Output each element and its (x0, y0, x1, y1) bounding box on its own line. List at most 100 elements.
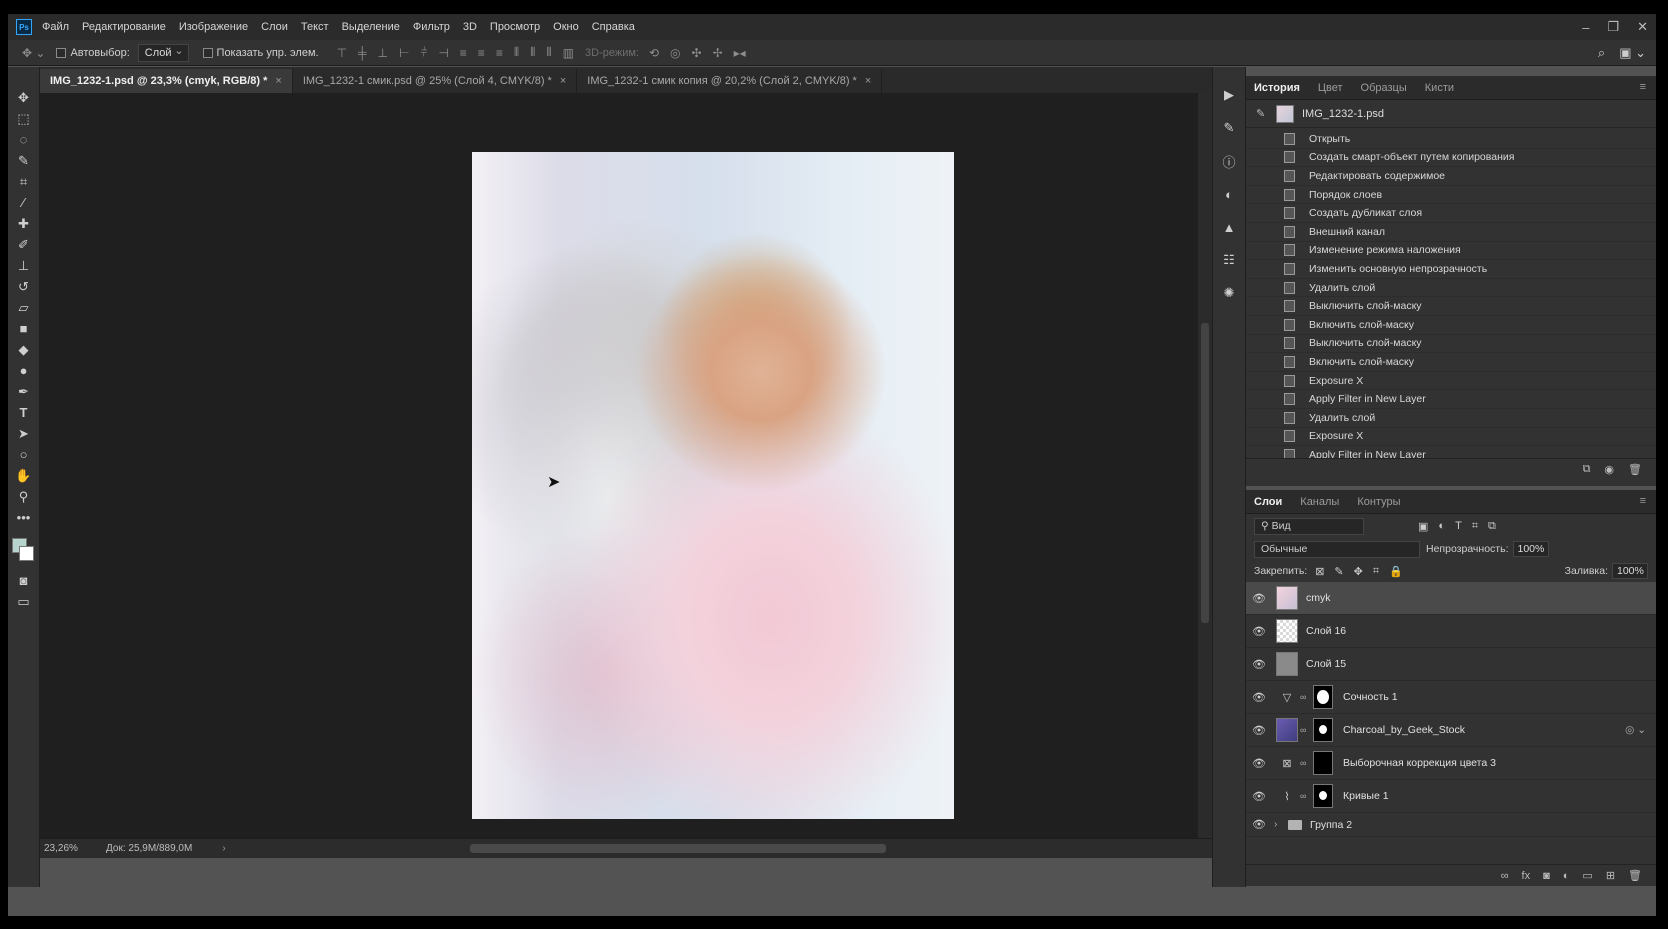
layer-row[interactable]: 👁 ⌇ ∞ Кривые 1 (1246, 780, 1656, 813)
close-tab-icon[interactable]: × (865, 75, 871, 87)
layer-row[interactable]: 👁 ▽ ∞ Сочность 1 (1246, 681, 1656, 714)
lock-all-icon[interactable]: 🔒 (1389, 565, 1403, 578)
menu-view[interactable]: Просмотр (490, 21, 540, 33)
eye-icon[interactable]: 👁 (1246, 818, 1272, 831)
menu-help[interactable]: Справка (592, 21, 635, 33)
panel-menu-icon[interactable]: ≡ (1640, 81, 1646, 93)
camera-snapshot-icon[interactable]: ◉ (1604, 463, 1614, 476)
lock-artboard-icon[interactable]: ⌗ (1373, 565, 1379, 578)
lasso-tool-icon[interactable]: ◌ (13, 129, 35, 150)
show-transform-checkbox[interactable] (202, 47, 213, 58)
history-item[interactable]: Удалить слой (1246, 279, 1656, 298)
autoselect-dropdown[interactable]: Слой (137, 43, 189, 62)
layer-row[interactable]: 👁 Слой 15 (1246, 648, 1656, 681)
link-icon[interactable]: ∞ (1300, 692, 1310, 702)
menu-file[interactable]: Файл (42, 21, 69, 33)
gradient-tool-icon[interactable]: ■ (13, 318, 35, 339)
menu-filter[interactable]: Фильтр (413, 21, 450, 33)
lock-pixels-icon[interactable]: ✎ (1334, 565, 1343, 578)
color-swatches[interactable] (11, 538, 36, 564)
menu-3d[interactable]: 3D (463, 21, 477, 33)
document-tab-1[interactable]: IMG_1232-1.psd @ 23,3% (cmyk, RGB/8) * × (40, 69, 293, 93)
link-icon[interactable]: ∞ (1300, 791, 1310, 801)
trash-icon[interactable]: 🗑 (1628, 463, 1642, 476)
canvas-area[interactable]: ➤ (40, 93, 1198, 838)
align-vcenter-icon[interactable]: ╪ (358, 46, 367, 60)
minimize-icon[interactable]: – (1582, 20, 1589, 35)
distribute-top-icon[interactable]: ≡ (460, 46, 467, 60)
dodge-tool-icon[interactable]: ● (13, 360, 35, 381)
auto-align-icon[interactable]: ▥ (563, 46, 574, 60)
tab-channels[interactable]: Каналы (1300, 496, 1339, 508)
history-item[interactable]: Изменить основную непрозрачность (1246, 260, 1656, 279)
layer-row[interactable]: 👁 ∞ Charcoal_by_Geek_Stock ◎ ⌄ (1246, 714, 1656, 747)
curves-adjustment-icon[interactable]: ⌇ (1276, 790, 1298, 803)
tab-layers[interactable]: Слои (1254, 496, 1282, 508)
new-adjustment-icon[interactable]: ◐ (1563, 870, 1570, 882)
history-item[interactable]: Изменение режима наложения (1246, 242, 1656, 261)
workspace-icon[interactable]: ▣ ⌄ (1619, 45, 1646, 61)
chevron-right-icon[interactable]: › (1274, 819, 1288, 830)
zoom-tool-icon[interactable]: ⚲ (13, 486, 35, 507)
search-icon[interactable]: ⌕ (1598, 45, 1605, 61)
distribute-left-icon[interactable]: ⦀ (514, 45, 519, 60)
close-tab-icon[interactable]: × (275, 75, 281, 87)
filter-pixel-icon[interactable]: ▣ (1418, 520, 1428, 533)
menu-layers[interactable]: Слои (261, 21, 288, 33)
path-selection-tool-icon[interactable]: ➤ (13, 423, 35, 444)
restore-icon[interactable]: ❐ (1607, 19, 1619, 35)
layer-row[interactable]: 👁 Слой 16 (1246, 615, 1656, 648)
distribute-hcenter-icon[interactable]: ⦀ (530, 45, 535, 60)
menu-edit[interactable]: Редактирование (82, 21, 166, 33)
link-layers-icon[interactable]: ∞ (1501, 870, 1509, 882)
align-right-icon[interactable]: ⊣ (438, 46, 448, 60)
hand-tool-icon[interactable]: ✋ (13, 465, 35, 486)
layer-group-row[interactable]: 👁 › Группа 2 (1246, 813, 1656, 837)
lock-position-icon[interactable]: ✥ (1354, 565, 1363, 578)
brush-settings-icon[interactable]: ✎ (1217, 116, 1241, 140)
history-item[interactable]: Создать смарт-объект путем копирования (1246, 149, 1656, 168)
new-layer-icon[interactable]: ⊞ (1606, 869, 1615, 882)
filter-adjustment-icon[interactable]: ◐ (1438, 520, 1445, 533)
quick-select-tool-icon[interactable]: ✎ (13, 150, 35, 171)
crop-tool-icon[interactable]: ⌗ (13, 171, 35, 192)
document-image[interactable]: ➤ (472, 152, 954, 819)
new-group-icon[interactable]: ▭ (1582, 869, 1592, 882)
history-item[interactable]: Exposure X (1246, 372, 1656, 391)
tab-history[interactable]: История (1254, 82, 1300, 94)
tab-paths[interactable]: Контуры (1357, 496, 1400, 508)
layer-row[interactable]: 👁 cmyk (1246, 582, 1656, 615)
layer-mask-thumbnail[interactable] (1313, 685, 1333, 709)
new-document-from-state-icon[interactable]: ⧉ (1583, 463, 1591, 476)
more-tools-icon[interactable]: ••• (13, 507, 35, 528)
move-tool-preset-icon[interactable]: ✥ ⌄ (22, 46, 45, 60)
distribute-vcenter-icon[interactable]: ≡ (478, 46, 485, 60)
orbit-3d-icon[interactable]: ⟲ (649, 46, 659, 60)
history-item[interactable]: Открыть (1246, 130, 1656, 149)
history-item[interactable]: Apply Filter in New Layer (1246, 446, 1656, 458)
history-item[interactable]: Порядок слоев (1246, 186, 1656, 205)
adjustments-icon[interactable]: ◐ (1217, 182, 1241, 206)
properties-icon[interactable]: ☷ (1217, 248, 1241, 272)
menu-select[interactable]: Выделение (342, 21, 400, 33)
layer-mask-thumbnail[interactable] (1313, 718, 1333, 742)
eye-icon[interactable]: 👁 (1246, 658, 1272, 671)
document-tab-2[interactable]: IMG_1232-1 смик.psd @ 25% (Слой 4, CMYK/… (292, 69, 578, 93)
add-mask-icon[interactable]: ◙ (1543, 870, 1550, 882)
history-item[interactable]: Включить слой-маску (1246, 353, 1656, 372)
history-item[interactable]: Exposure X (1246, 428, 1656, 447)
link-icon[interactable]: ∞ (1300, 758, 1310, 768)
menu-window[interactable]: Окно (553, 21, 579, 33)
align-hcenter-icon[interactable]: ⫩ (420, 45, 427, 60)
photoshop-logo-icon[interactable]: Ps (16, 19, 32, 35)
vibrance-adjustment-icon[interactable]: ▽ (1276, 691, 1298, 704)
history-snapshot[interactable]: ✎ IMG_1232-1.psd (1246, 100, 1656, 128)
marquee-tool-icon[interactable]: ⬚ (13, 108, 35, 129)
quick-mask-icon[interactable]: ◙ (13, 570, 35, 591)
slide-3d-icon[interactable]: ✢ (713, 46, 723, 60)
distribute-bottom-icon[interactable]: ≡ (496, 46, 503, 60)
fill-input[interactable]: 100% (1612, 563, 1648, 579)
drag-3d-icon[interactable]: ✣ (692, 46, 702, 60)
eyedropper-tool-icon[interactable]: ⁄ (13, 192, 35, 213)
history-source-brush-icon[interactable]: ✎ (1256, 107, 1270, 120)
